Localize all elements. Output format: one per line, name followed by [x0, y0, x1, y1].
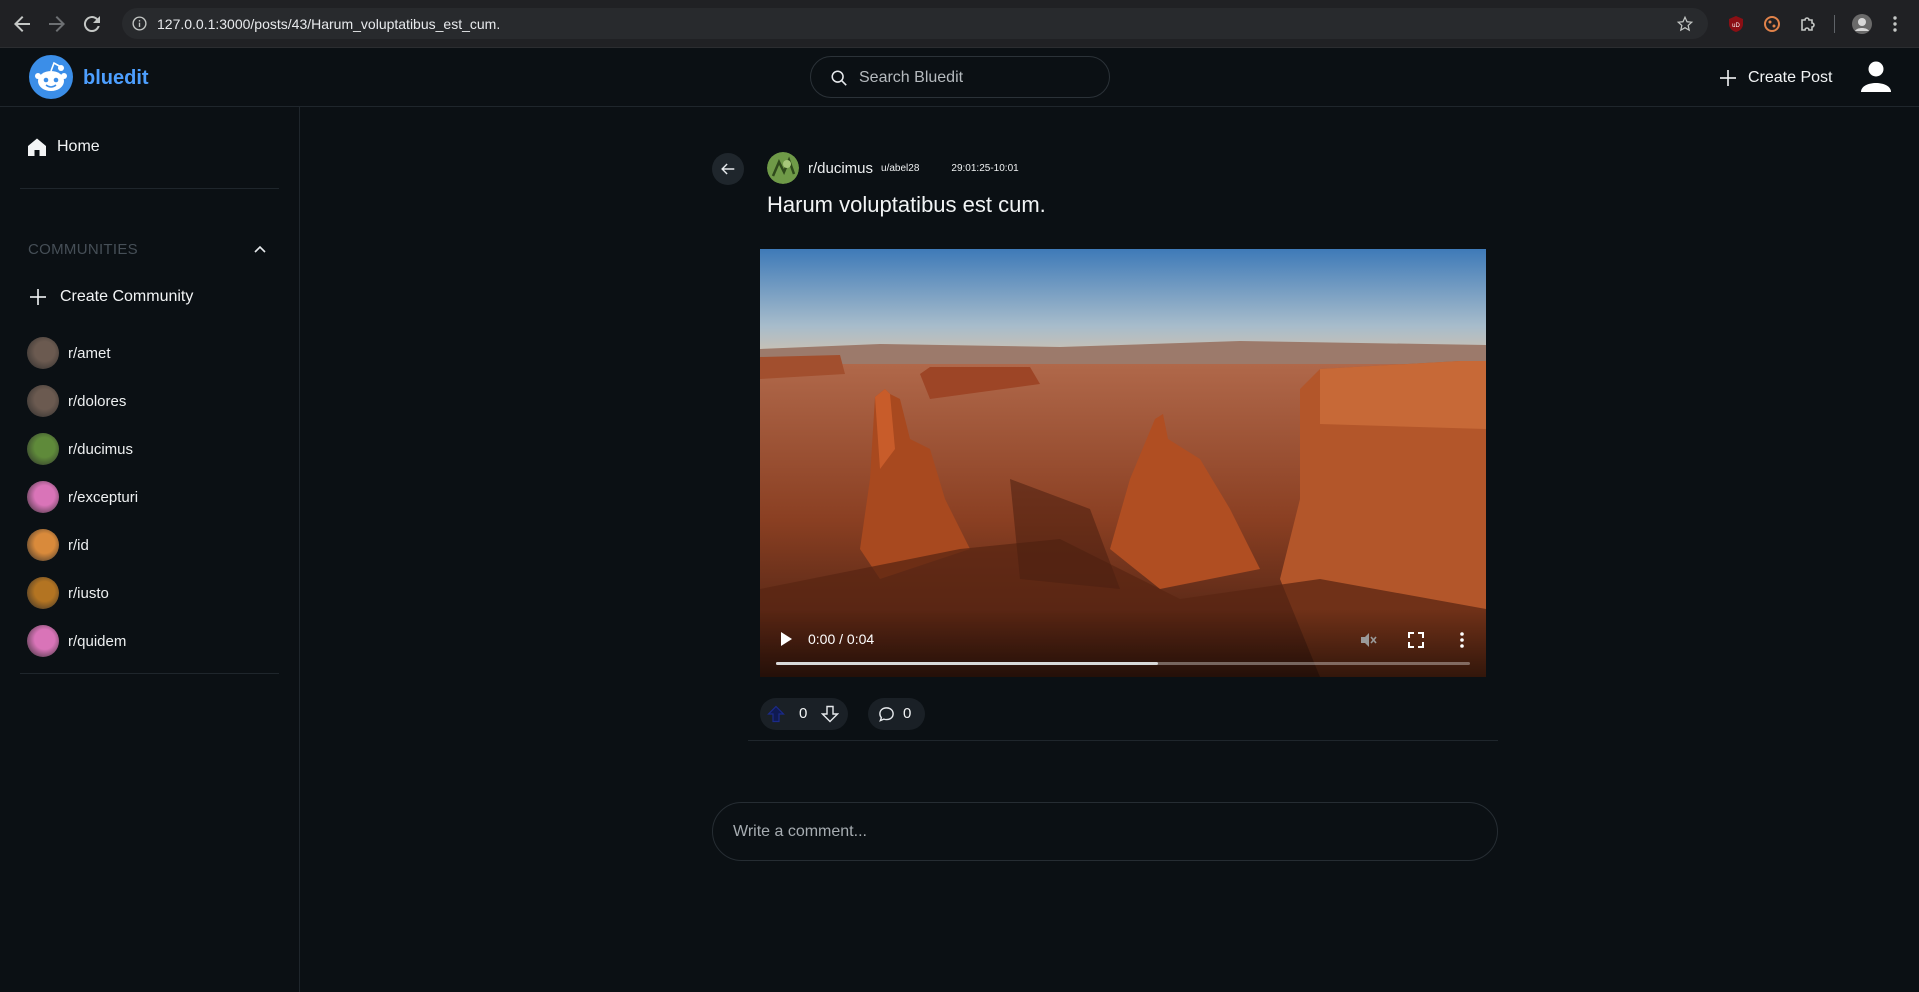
- site-info-icon[interactable]: [131, 15, 148, 32]
- community-avatar: [27, 481, 59, 513]
- volume-muted-icon[interactable]: [1358, 630, 1378, 650]
- community-label: r/id: [68, 536, 89, 554]
- bluedit-logo-icon[interactable]: [28, 54, 74, 100]
- community-label: r/quidem: [68, 632, 127, 650]
- browser-menu-icon[interactable]: [1885, 14, 1905, 34]
- communities-toggle[interactable]: COMMUNITIES: [28, 241, 268, 258]
- cookie-extension-icon[interactable]: [1762, 14, 1782, 34]
- video-player[interactable]: 0:00 / 0:04: [760, 249, 1486, 677]
- create-post-label: Create Post: [1748, 69, 1833, 86]
- downvote-icon[interactable]: [821, 705, 839, 723]
- divider: [20, 673, 279, 674]
- comment-bubble-icon: [879, 707, 894, 722]
- video-more-icon[interactable]: [1452, 630, 1472, 650]
- create-post-button[interactable]: Create Post: [1718, 65, 1832, 91]
- comment-box[interactable]: [712, 802, 1498, 861]
- fullscreen-icon[interactable]: [1406, 630, 1426, 650]
- toolbar-divider: [1834, 15, 1835, 33]
- sidebar: Home COMMUNITIES Create Community r/amet…: [0, 107, 300, 992]
- chevron-up-icon: [254, 245, 266, 253]
- search-bar[interactable]: [810, 56, 1110, 98]
- vote-count: 0: [799, 705, 808, 722]
- arrow-left-icon: [721, 163, 735, 175]
- bookmark-star-icon[interactable]: [1676, 15, 1694, 33]
- comments-button[interactable]: 0: [868, 698, 925, 730]
- community-list: r/amet r/dolores r/ducimus r/excepturi r/id r…: [27, 329, 138, 665]
- back-button[interactable]: [712, 153, 744, 185]
- sidebar-item-community[interactable]: r/amet: [27, 329, 138, 377]
- community-label: r/excepturi: [68, 488, 139, 506]
- community-avatar: [27, 337, 59, 369]
- video-progress-bar[interactable]: [776, 662, 1470, 665]
- sidebar-item-community[interactable]: r/iusto: [27, 569, 138, 617]
- community-label: r/amet: [68, 344, 111, 362]
- create-community-button[interactable]: Create Community: [28, 287, 193, 307]
- sidebar-item-community[interactable]: r/excepturi: [27, 473, 138, 521]
- create-community-label: Create Community: [60, 288, 194, 305]
- comment-input[interactable]: [733, 821, 1473, 843]
- community-avatar: [27, 577, 59, 609]
- video-time: 0:00 / 0:04: [808, 631, 875, 647]
- address-bar[interactable]: 127.0.0.1:3000/posts/43/Harum_voluptatib…: [122, 8, 1708, 39]
- post-meta: r/ducimus u/abel28 29:01:25-10:01: [767, 152, 1019, 184]
- search-input[interactable]: [859, 67, 1089, 89]
- browser-forward-icon[interactable]: [45, 12, 69, 36]
- community-avatar: [27, 433, 59, 465]
- sidebar-item-community[interactable]: r/quidem: [27, 617, 138, 665]
- url-text: 127.0.0.1:3000/posts/43/Harum_voluptatib…: [157, 16, 501, 32]
- author-link[interactable]: u/abel28: [881, 163, 919, 174]
- community-avatar: [27, 625, 59, 657]
- browser-reload-icon[interactable]: [80, 12, 104, 36]
- divider: [20, 188, 279, 189]
- user-avatar-icon[interactable]: [1858, 58, 1894, 94]
- browser-back-icon[interactable]: [10, 12, 34, 36]
- community-avatar: [27, 385, 59, 417]
- community-label: r/iusto: [68, 584, 109, 602]
- post-title: Harum voluptatibus est cum.: [767, 192, 1046, 217]
- extensions-puzzle-icon[interactable]: [1798, 14, 1818, 34]
- divider: [748, 740, 1498, 741]
- vote-pill: 0: [760, 698, 848, 730]
- app-header: bluedit Create Post: [0, 48, 1919, 107]
- plus-icon: [30, 289, 46, 305]
- communities-heading: COMMUNITIES: [28, 241, 138, 258]
- community-label: r/ducimus: [68, 440, 134, 458]
- subreddit-avatar[interactable]: [767, 152, 799, 184]
- sidebar-item-community[interactable]: r/ducimus: [27, 425, 138, 473]
- video-buffered-bar: [776, 662, 1158, 665]
- subreddit-link[interactable]: r/ducimus: [808, 160, 873, 177]
- sidebar-item-community[interactable]: r/dolores: [27, 377, 138, 425]
- ublock-extension-icon[interactable]: uD: [1726, 14, 1746, 34]
- plus-icon: [1720, 70, 1736, 86]
- play-icon[interactable]: [777, 630, 795, 648]
- comment-count: 0: [903, 705, 912, 722]
- brand-name[interactable]: bluedit: [83, 67, 149, 90]
- profile-avatar-icon[interactable]: [1851, 13, 1873, 35]
- search-icon: [831, 70, 847, 86]
- sidebar-item-community[interactable]: r/id: [27, 521, 138, 569]
- community-avatar: [27, 529, 59, 561]
- community-label: r/dolores: [68, 392, 127, 410]
- browser-toolbar: 127.0.0.1:3000/posts/43/Harum_voluptatib…: [0, 0, 1919, 48]
- upvote-icon[interactable]: [767, 705, 785, 723]
- sidebar-item-home[interactable]: Home: [27, 137, 100, 157]
- home-label: Home: [57, 138, 100, 155]
- post-timestamp: 29:01:25-10:01: [951, 162, 1019, 174]
- video-controls: 0:00 / 0:04: [760, 609, 1486, 677]
- svg-text:uD: uD: [1732, 23, 1740, 29]
- home-icon: [28, 138, 46, 156]
